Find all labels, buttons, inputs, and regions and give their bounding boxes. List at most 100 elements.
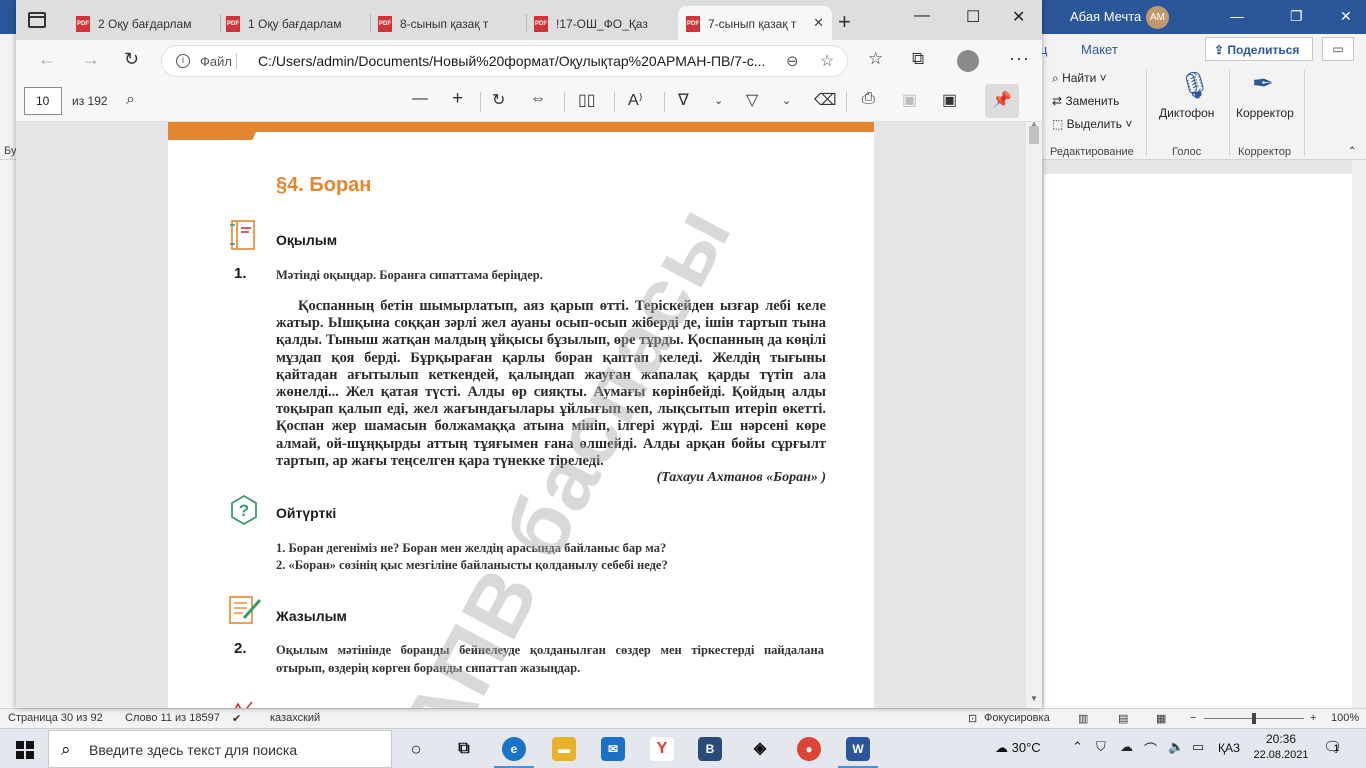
microphone-icon[interactable]: 🎙 [1178, 70, 1211, 101]
page-number-input[interactable]: 10 [24, 87, 62, 115]
dictate-button[interactable]: Диктофон [1159, 106, 1214, 120]
browser-tab[interactable]: PDF !17-ОШ_ФО_Қаз [526, 6, 676, 40]
read-mode-icon[interactable]: ▥ [1078, 712, 1088, 725]
save-icon[interactable]: ▣ [902, 90, 917, 110]
editor-button[interactable]: Корректор [1236, 106, 1294, 120]
scrollbar-thumb[interactable] [1029, 126, 1039, 144]
word-icon[interactable]: W [846, 737, 870, 761]
status-words[interactable]: Слово 11 из 18597 [125, 712, 220, 724]
scroll-down-icon[interactable]: ▼ [1030, 694, 1038, 703]
maximize-icon[interactable]: ☐ [966, 7, 980, 27]
print-layout-icon[interactable]: ▤ [1118, 712, 1128, 725]
defender-icon[interactable]: ⛉ [1096, 739, 1106, 755]
status-language[interactable]: казахский [270, 712, 320, 724]
edge-icon[interactable]: e [502, 737, 526, 761]
web-layout-icon[interactable]: ▦ [1156, 712, 1166, 725]
favorites-icon[interactable]: ☆ [868, 49, 883, 69]
browser-tab[interactable]: PDF 1 Оқу бағдарлам [218, 6, 368, 40]
highlight-icon[interactable]: ▽ [746, 90, 758, 110]
chrome-icon[interactable]: ● [797, 737, 821, 761]
clock-time[interactable]: 20:36 [1262, 732, 1300, 746]
word-scrollbar[interactable] [1352, 160, 1366, 708]
task-view-icon[interactable]: ⧉ [452, 737, 476, 761]
close-window-icon[interactable]: ✕ [1012, 7, 1025, 27]
collapse-ribbon-icon[interactable]: ⌃ [1348, 146, 1356, 157]
reading-heading: Оқылым [276, 232, 338, 248]
zoom-out-icon[interactable]: − [1190, 712, 1196, 724]
cortana-icon[interactable]: ○ [404, 737, 428, 761]
zoom-out-icon[interactable]: — [412, 90, 428, 108]
app-b-icon[interactable]: B [698, 737, 722, 761]
windows-start-icon[interactable] [16, 741, 34, 759]
restore-icon[interactable]: ❐ [1290, 8, 1303, 25]
chevron-down-icon[interactable]: ⌄ [714, 94, 723, 107]
save-as-icon[interactable]: ▣ [942, 90, 957, 110]
notification-icon[interactable]: 🗨 [1323, 738, 1342, 756]
weather-widget[interactable]: ☁ 30°C [995, 740, 1041, 756]
browser-tab[interactable]: PDF 8-сынып қазақ т [370, 6, 524, 40]
volume-icon[interactable]: 🔈 [1168, 739, 1184, 755]
new-tab-icon[interactable]: + [838, 9, 851, 35]
info-icon[interactable]: i [176, 54, 190, 68]
browser-tab-active[interactable]: PDF 7-сынып қазақ т ✕ [678, 6, 832, 40]
status-page[interactable]: Страница 30 из 92 [8, 712, 103, 724]
editor-pen-icon[interactable]: ✒ [1252, 68, 1274, 99]
search-icon[interactable]: ⌕ [126, 91, 135, 109]
file-explorer-icon[interactable]: ▬ [552, 737, 576, 761]
zoom-in-icon[interactable]: + [452, 88, 463, 110]
onedrive-icon[interactable]: ☁ [1120, 739, 1133, 755]
word-user-name[interactable]: Абая Мечта [1070, 9, 1141, 24]
read-aloud-icon[interactable]: A⁾ [628, 90, 643, 110]
word-page[interactable] [1044, 174, 1366, 708]
tab-layout[interactable]: Макет [1081, 42, 1118, 57]
page-view-icon[interactable]: ▯▯ [578, 90, 596, 110]
address-bar[interactable]: i Файл C:/Users/admin/Documents/Новый%20… [161, 45, 848, 77]
find-button[interactable]: ⌕ Найти ˅ [1052, 71, 1107, 86]
share-button[interactable]: ⇪ Поделиться [1205, 37, 1313, 61]
refresh-icon[interactable]: ↻ [124, 49, 139, 70]
browser-tab[interactable]: PDF 2 Оқу бағдарлам [68, 6, 218, 40]
close-icon[interactable]: ✕ [1340, 8, 1352, 25]
zoom-level[interactable]: 100% [1331, 712, 1359, 724]
more-icon[interactable]: ··· [1009, 48, 1030, 69]
collections-icon[interactable]: ⧉ [912, 49, 924, 69]
clock-date[interactable]: 22.08.2021 [1253, 749, 1309, 761]
close-tab-icon[interactable]: ✕ [813, 15, 824, 31]
battery-icon[interactable]: ▭ [1192, 739, 1204, 755]
minimize-icon[interactable]: — [1230, 8, 1244, 24]
pdf-viewer[interactable]: §4. Боран Оқылым 1. Мәтінді оқыңдар. Бор… [16, 122, 1042, 708]
mail-icon[interactable]: ✉ [601, 737, 625, 761]
tab-actions-icon[interactable] [28, 12, 46, 28]
eraser-icon[interactable]: ⌫ [814, 90, 837, 110]
back-icon[interactable]: ← [38, 49, 56, 70]
zoom-icon[interactable]: ⊖ [786, 52, 799, 70]
chevron-down-icon[interactable]: ⌄ [782, 94, 791, 107]
viewer-scrollbar[interactable]: ▲ ▼ [1026, 122, 1042, 708]
select-button[interactable]: ⬚ Выделить ˅ [1052, 117, 1132, 131]
add-favorite-icon[interactable]: ☆ [820, 51, 834, 71]
draw-icon[interactable]: ∇ [678, 90, 689, 110]
taskbar-search[interactable]: ⌕ Введите здесь текст для поиска [48, 730, 392, 768]
input-language[interactable]: ҚАЗ [1218, 741, 1240, 755]
print-icon[interactable]: ⎙ [862, 90, 875, 108]
rotate-icon[interactable]: ↻ [492, 90, 505, 110]
avatar[interactable]: AM [1146, 6, 1169, 29]
focus-button[interactable]: Фокусировка [984, 712, 1050, 724]
fit-page-icon[interactable]: ⇔ [530, 90, 546, 108]
pin-toolbar-icon[interactable]: 📌 [985, 84, 1019, 118]
forward-icon[interactable]: → [82, 49, 100, 70]
comments-button[interactable]: ▭ [1322, 37, 1354, 61]
chevron-up-icon[interactable]: ⌃ [1072, 739, 1083, 755]
wifi-icon[interactable]: ⌒ [1144, 739, 1157, 758]
address-url[interactable]: C:/Users/admin/Documents/Новый%20формат/… [258, 53, 778, 69]
profile-avatar[interactable] [957, 50, 979, 72]
focus-icon[interactable]: ⊡ [968, 712, 977, 725]
replace-button[interactable]: ⇄ Заменить [1052, 94, 1119, 108]
tab-label: 7-сынып қазақ т [708, 17, 797, 31]
dropbox-icon[interactable]: ◈ [748, 737, 772, 761]
spellcheck-icon[interactable]: ✔ [232, 712, 241, 725]
zoom-slider-thumb[interactable] [1252, 713, 1256, 724]
minimize-icon[interactable]: — [914, 7, 930, 25]
yandex-icon[interactable]: Y [650, 737, 674, 761]
zoom-in-icon[interactable]: + [1310, 712, 1316, 724]
